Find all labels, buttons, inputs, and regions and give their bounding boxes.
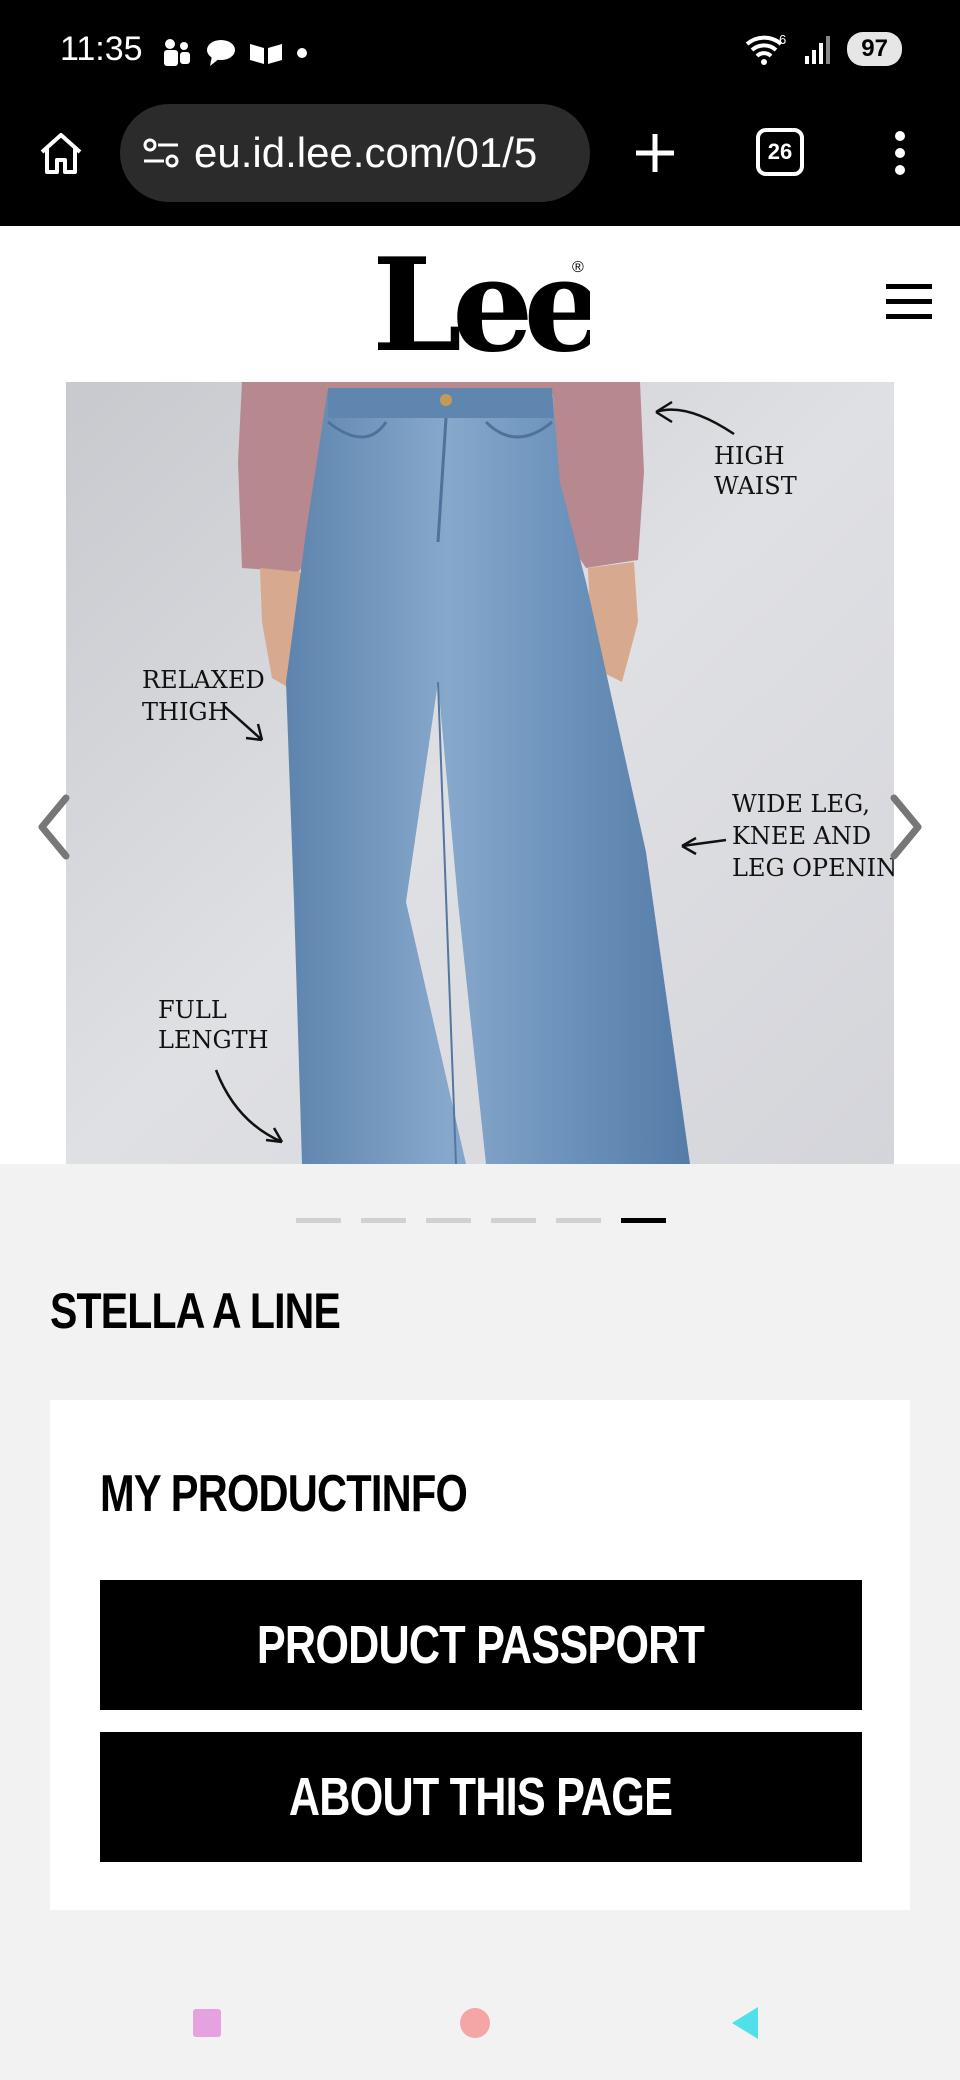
next-image-icon[interactable] bbox=[886, 792, 926, 862]
carousel-dot[interactable] bbox=[426, 1218, 471, 1223]
product-passport-label: PRODUCT PASSPORT bbox=[257, 1615, 705, 1675]
annotation-length-1: FULL bbox=[158, 996, 227, 1024]
carousel-dot[interactable] bbox=[556, 1218, 601, 1223]
lee-logo[interactable]: Lee ® bbox=[370, 238, 590, 368]
menu-icon[interactable] bbox=[886, 282, 932, 322]
carousel-dot-active[interactable] bbox=[621, 1218, 666, 1223]
product-info-title: MY PRODUCTINFO bbox=[100, 1465, 468, 1523]
system-icons: 6 97 bbox=[743, 32, 902, 66]
annotation-length-2: LENGTH bbox=[158, 1026, 269, 1054]
home-button-icon[interactable] bbox=[458, 2006, 492, 2040]
recent-apps-icon[interactable] bbox=[190, 2006, 224, 2040]
status-bar: 11:35 6 97 bbox=[0, 0, 960, 104]
annotation-wide-2: KNEE AND bbox=[732, 822, 871, 850]
browser-toolbar: eu.id.lee.com/01/5 26 bbox=[0, 104, 960, 226]
back-icon[interactable] bbox=[728, 2004, 762, 2042]
home-icon[interactable] bbox=[36, 128, 86, 178]
annotation-thigh-2: THIGH bbox=[142, 698, 229, 726]
previous-image-icon[interactable] bbox=[34, 792, 74, 862]
annotation-wide-1: WIDE LEG, bbox=[732, 790, 870, 818]
svg-text:Lee: Lee bbox=[372, 238, 590, 368]
tab-switcher-button[interactable]: 26 bbox=[756, 128, 804, 176]
site-header: Lee ® bbox=[0, 226, 960, 382]
url-text: eu.id.lee.com/01/5 bbox=[194, 129, 538, 176]
carousel-dot[interactable] bbox=[361, 1218, 406, 1223]
teams-icon bbox=[164, 39, 190, 66]
site-settings-icon[interactable] bbox=[140, 132, 182, 174]
svg-text:®: ® bbox=[572, 259, 584, 276]
carousel-dot[interactable] bbox=[296, 1218, 341, 1223]
annotation-wide-3: LEG OPENING bbox=[732, 854, 894, 882]
carousel-dot[interactable] bbox=[491, 1218, 536, 1223]
product-image[interactable]: HIGH WAIST RELAXED THIGH WIDE LEG, KNEE … bbox=[66, 382, 894, 1164]
chat-icon bbox=[207, 40, 235, 66]
product-passport-button[interactable]: PRODUCT PASSPORT bbox=[100, 1580, 862, 1710]
dot-icon bbox=[297, 48, 307, 58]
address-bar[interactable]: eu.id.lee.com/01/5 bbox=[120, 104, 590, 202]
system-navigation-bar bbox=[0, 1970, 960, 2080]
annotation-high-2: WAIST bbox=[714, 472, 797, 500]
mail-icon bbox=[250, 44, 282, 64]
wifi-icon: 6 bbox=[745, 32, 787, 65]
network-superscript: 6 bbox=[779, 32, 786, 47]
jeans-illustration: HIGH WAIST RELAXED THIGH WIDE LEG, KNEE … bbox=[66, 382, 894, 1164]
tab-count: 26 bbox=[767, 139, 793, 164]
product-gallery: HIGH WAIST RELAXED THIGH WIDE LEG, KNEE … bbox=[0, 382, 960, 1164]
status-time: 11:35 bbox=[60, 30, 143, 68]
new-tab-icon[interactable] bbox=[632, 128, 678, 178]
product-info-card: MY PRODUCTINFO PRODUCT PASSPORT ABOUT TH… bbox=[50, 1400, 910, 1910]
annotation-high-1: HIGH bbox=[714, 442, 785, 470]
annotation-thigh-1: RELAXED bbox=[142, 666, 265, 694]
more-options-icon[interactable] bbox=[880, 128, 920, 178]
about-this-page-button[interactable]: ABOUT THIS PAGE bbox=[100, 1732, 862, 1862]
notification-icons bbox=[160, 36, 310, 70]
carousel-indicators bbox=[296, 1218, 666, 1223]
about-this-page-label: ABOUT THIS PAGE bbox=[289, 1767, 673, 1827]
signal-icon bbox=[805, 36, 831, 64]
product-title: STELLA A LINE bbox=[50, 1283, 341, 1339]
battery-indicator: 97 bbox=[847, 32, 902, 66]
